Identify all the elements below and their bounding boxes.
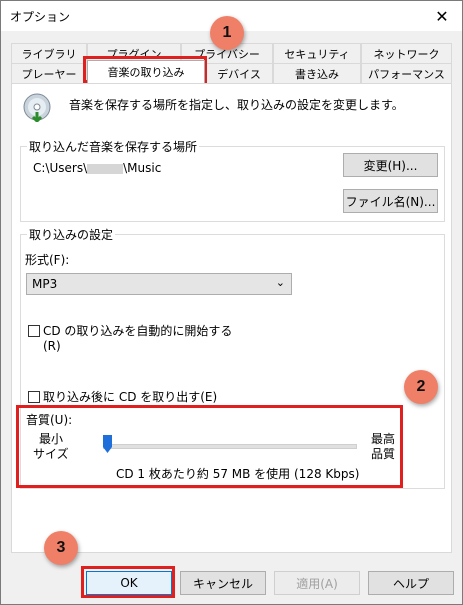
tab-burn[interactable]: 書き込み: [273, 63, 361, 83]
help-button[interactable]: ヘルプ: [368, 571, 454, 595]
save-path: C:\Users\ \Music: [33, 161, 161, 175]
auto-rip-label: CD の取り込みを自動的に開始する: [43, 324, 233, 338]
slider-thumb[interactable]: [103, 435, 112, 453]
step-badge-2: 2: [404, 370, 438, 404]
tab-label: プレーヤー: [21, 67, 77, 81]
tab-performance[interactable]: パフォーマンス: [361, 63, 452, 83]
rip-settings-group: 取り込みの設定 形式(F): MP3 ⌄ CD の取り込みを自動的に開始する (…: [20, 226, 445, 489]
eject-checkbox[interactable]: [28, 391, 40, 403]
step-badge-3: 3: [44, 531, 78, 565]
eject-label: 取り込み後に CD を取り出す(E): [43, 390, 218, 404]
ok-button[interactable]: OK: [86, 571, 172, 595]
tab-network[interactable]: ネットワーク: [361, 43, 452, 63]
location-group: 取り込んだ音楽を保存する場所 C:\Users\ \Music 変更(H)... …: [20, 138, 445, 222]
tab-rip-music[interactable]: 音楽の取り込み: [87, 60, 205, 83]
tab-label: デバイス: [217, 67, 261, 81]
filename-button[interactable]: ファイル名(N)...: [343, 189, 438, 213]
tab-label: セキュリティ: [284, 47, 350, 61]
rip-music-panel: 音楽を保存する場所を指定し、取り込みの設定を変更します。 取り込んだ音楽を保存す…: [11, 83, 452, 553]
username-redacted: [87, 163, 124, 174]
close-button[interactable]: ✕: [422, 1, 462, 31]
quality-min-label-line2: サイズ: [33, 447, 69, 461]
slider-track: [103, 444, 357, 449]
step-badge-1: 1: [210, 16, 244, 50]
quality-max-label-line2: 品質: [371, 447, 396, 461]
tab-label: ネットワーク: [373, 47, 440, 61]
tab-label: 書き込み: [295, 67, 339, 81]
tab-label: ライブラリ: [21, 47, 77, 61]
quality-label: 音質(U):: [26, 413, 73, 427]
cd-icon: [22, 92, 52, 124]
format-value: MP3: [32, 277, 58, 291]
auto-rip-checkbox[interactable]: [28, 325, 40, 337]
window-title: オプション: [10, 10, 71, 24]
apply-button[interactable]: 適用(A): [274, 571, 360, 595]
close-icon: ✕: [435, 6, 449, 26]
tab-player[interactable]: プレーヤー: [11, 63, 87, 83]
rip-settings-title: 取り込みの設定: [27, 226, 116, 243]
format-select[interactable]: MP3 ⌄: [26, 273, 292, 295]
cancel-button[interactable]: キャンセル: [180, 571, 266, 595]
location-group-title: 取り込んだ音楽を保存する場所: [27, 138, 200, 155]
tab-label: パフォーマンス: [368, 67, 445, 81]
format-label: 形式(F):: [25, 253, 70, 267]
auto-rip-accel: (R): [43, 339, 61, 353]
header-text: 音楽を保存する場所を指定し、取り込みの設定を変更します。: [69, 98, 404, 112]
tab-label: 音楽の取り込み: [107, 66, 185, 79]
tab-security[interactable]: セキュリティ: [273, 43, 361, 63]
options-dialog: オプション ✕ ライブラリ プラグイン プライバシー セキュリティ ネットワーク…: [0, 0, 463, 605]
quality-info: CD 1 枚あたり約 57 MB を使用 (128 Kbps): [116, 467, 360, 481]
quality-slider[interactable]: [103, 435, 357, 457]
save-path-prefix: C:\Users\: [33, 161, 88, 175]
tab-devices[interactable]: デバイス: [205, 63, 273, 83]
chevron-down-icon: ⌄: [275, 276, 285, 289]
tab-library[interactable]: ライブラリ: [11, 43, 87, 63]
change-button[interactable]: 変更(H)...: [343, 153, 438, 177]
save-path-suffix: \Music: [123, 161, 162, 175]
